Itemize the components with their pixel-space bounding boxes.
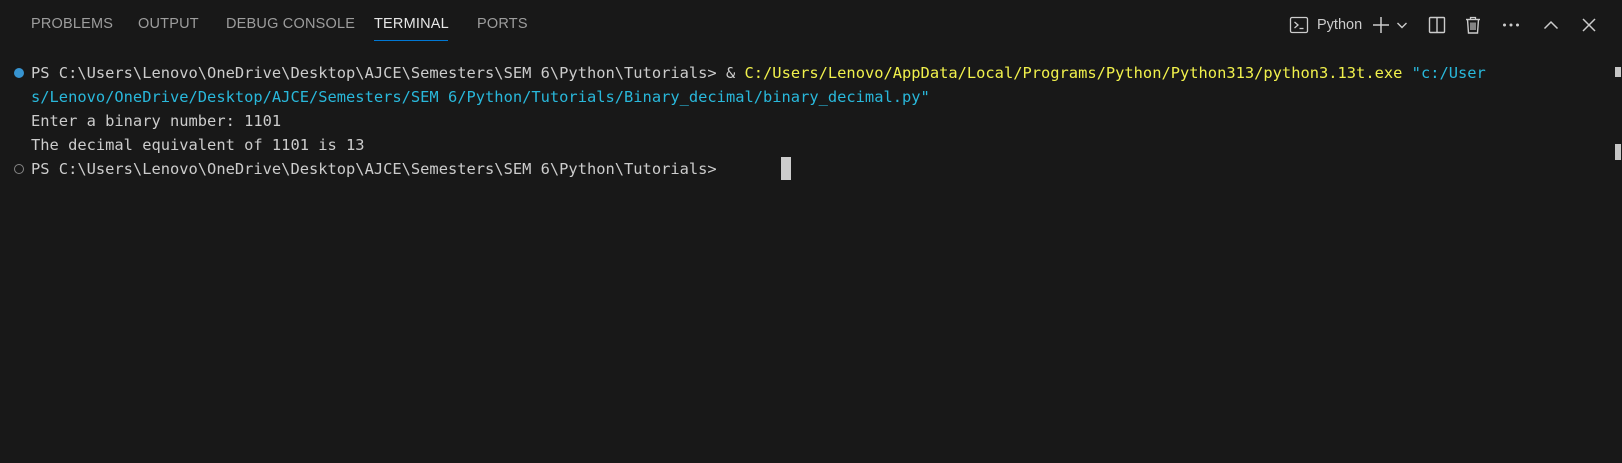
terminal-cursor xyxy=(781,157,791,180)
script-argument-continued: s/Lenovo/OneDrive/Desktop/AJCE/Semesters… xyxy=(31,88,930,106)
command-pending-decoration[interactable] xyxy=(14,164,24,174)
maximize-panel-button[interactable] xyxy=(1541,13,1561,37)
terminal-line-command: PS C:\Users\Lenovo\OneDrive\Desktop\AJCE… xyxy=(31,61,1486,85)
launch-profile-dropdown[interactable] xyxy=(1395,13,1409,37)
prompt-text: PS C:\Users\Lenovo\OneDrive\Desktop\AJCE… xyxy=(31,64,726,82)
split-terminal-icon xyxy=(1427,15,1447,35)
prompt-text: PS C:\Users\Lenovo\OneDrive\Desktop\AJCE… xyxy=(31,160,726,178)
script-argument: "c:/User xyxy=(1411,64,1486,82)
terminal-icon xyxy=(1289,15,1309,35)
ellipsis-icon xyxy=(1501,15,1521,35)
split-terminal-button[interactable] xyxy=(1427,13,1447,37)
terminal-line-command-wrap: s/Lenovo/OneDrive/Desktop/AJCE/Semesters… xyxy=(31,85,930,109)
close-panel-button[interactable] xyxy=(1579,13,1599,37)
terminal-panel: PROBLEMS OUTPUT DEBUG CONSOLE TERMINAL P… xyxy=(0,0,1622,463)
more-actions-button[interactable] xyxy=(1501,13,1521,37)
command-success-decoration[interactable] xyxy=(14,68,24,78)
terminal-line-prompt: PS C:\Users\Lenovo\OneDrive\Desktop\AJCE… xyxy=(31,157,726,181)
plus-icon xyxy=(1371,15,1391,35)
terminal-shell-name: Python xyxy=(1317,17,1363,33)
new-terminal-button[interactable] xyxy=(1371,13,1391,37)
executable-path: C:/Users/Lenovo/AppData/Local/Programs/P… xyxy=(744,64,1403,82)
call-operator: & xyxy=(725,64,745,82)
chevron-down-icon xyxy=(1395,15,1409,35)
terminal-line-output: Enter a binary number: 1101 xyxy=(31,112,282,130)
terminal-shell-selector[interactable]: Python xyxy=(1289,13,1362,37)
trash-icon xyxy=(1463,15,1483,35)
scrollbar-mark xyxy=(1615,144,1621,160)
terminal-viewport[interactable]: PS C:\Users\Lenovo\OneDrive\Desktop\AJCE… xyxy=(0,56,1622,456)
panel-actions: Python xyxy=(0,0,1622,50)
terminal-scrollbar[interactable] xyxy=(1608,56,1622,456)
chevron-up-icon xyxy=(1541,15,1561,35)
kill-terminal-button[interactable] xyxy=(1463,13,1483,37)
scrollbar-mark xyxy=(1615,67,1621,77)
terminal-line-output: The decimal equivalent of 1101 is 13 xyxy=(31,136,365,154)
close-icon xyxy=(1579,15,1599,35)
